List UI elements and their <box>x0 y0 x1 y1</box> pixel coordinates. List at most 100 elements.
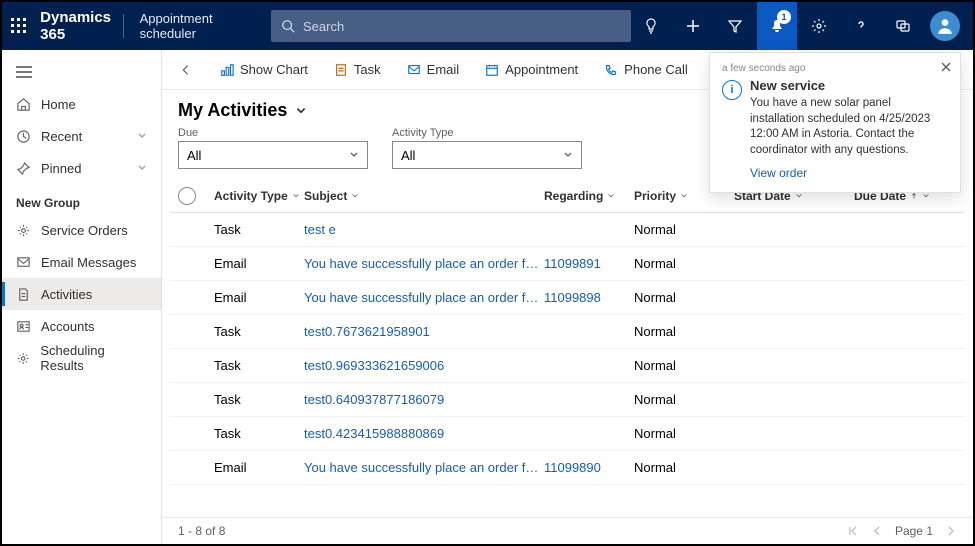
chevron-down-icon <box>137 131 147 141</box>
help-button[interactable] <box>841 2 881 50</box>
prev-page-button[interactable] <box>871 525 883 537</box>
gear-icon <box>16 351 30 366</box>
table-row[interactable]: Tasktest0.7673621958901Normal <box>170 315 965 349</box>
cell-subject-link[interactable]: test0.7673621958901 <box>304 324 544 339</box>
cmd-email[interactable]: Email <box>401 58 466 81</box>
cell-subject-link[interactable]: test0.423415988880869 <box>304 426 544 441</box>
col-regarding[interactable]: Regarding <box>544 189 634 203</box>
view-switcher[interactable] <box>295 105 307 117</box>
add-button[interactable] <box>673 2 713 50</box>
filter-label: Activity Type <box>392 127 582 139</box>
close-icon <box>940 61 952 73</box>
cell-subject-link[interactable]: test0.969333621659006 <box>304 358 544 373</box>
cell-regarding-link[interactable]: 11099898 <box>544 290 634 305</box>
due-select[interactable]: All <box>178 141 368 169</box>
page-label: Page 1 <box>895 524 933 538</box>
pager: Page 1 <box>847 524 957 538</box>
sidebar-item-label: Accounts <box>41 319 94 334</box>
filter-button[interactable] <box>715 2 755 50</box>
cell-subject-link[interactable]: test0.640937877186079 <box>304 392 544 407</box>
select-all[interactable] <box>178 187 214 205</box>
cell-priority: Normal <box>634 460 734 475</box>
global-header: Dynamics 365 Appointment scheduler 1 <box>2 2 973 50</box>
cell-subject-link[interactable]: You have successfully place an order for… <box>304 460 544 475</box>
sidebar-item-accounts[interactable]: Accounts <box>2 310 161 342</box>
avatar <box>930 11 960 41</box>
table-row[interactable]: Tasktest0.423415988880869 Normal <box>170 417 965 451</box>
activity-type-select[interactable]: All <box>392 141 582 169</box>
sidebar: Home Recent Pinned New Group Service Ord… <box>2 50 162 544</box>
table-row[interactable]: Tasktest0.640937877186079Normal <box>170 383 965 417</box>
cell-activity-type: Email <box>214 256 304 271</box>
back-button[interactable] <box>172 63 200 77</box>
main-area: Show Chart Task Email Appointment Phone … <box>162 50 973 544</box>
search-input[interactable] <box>303 19 621 34</box>
cell-regarding-link[interactable]: 11099891 <box>544 256 634 271</box>
grid-footer: 1 - 8 of 8 Page 1 <box>162 517 973 544</box>
cell-subject-link[interactable]: You have successfully place an order for… <box>304 290 544 305</box>
home-icon <box>16 97 31 112</box>
mail-icon <box>407 63 421 77</box>
cmd-phone-call[interactable]: Phone Call <box>598 58 694 81</box>
next-page-button[interactable] <box>945 525 957 537</box>
sidebar-item-service-orders[interactable]: Service Orders <box>2 214 161 246</box>
sidebar-recent[interactable]: Recent <box>2 120 161 152</box>
calendar-icon <box>485 63 499 77</box>
toast-body: You have a new solar panel installation … <box>750 96 948 158</box>
cell-activity-type: Task <box>214 324 304 339</box>
sidebar-label: Recent <box>41 129 82 144</box>
chevron-down-icon <box>563 150 573 160</box>
cell-regarding-link[interactable]: 11099890 <box>544 460 634 475</box>
cell-priority: Normal <box>634 222 734 237</box>
pin-icon <box>16 161 31 176</box>
cell-activity-type: Email <box>214 460 304 475</box>
app-launcher-button[interactable] <box>10 10 28 42</box>
table-row[interactable]: EmailYou have successfully place an orde… <box>170 281 965 315</box>
view-title: My Activities <box>178 100 287 121</box>
cell-priority: Normal <box>634 358 734 373</box>
cell-activity-type: Task <box>214 358 304 373</box>
settings-button[interactable] <box>799 2 839 50</box>
search-icon <box>281 19 295 33</box>
assistant-button[interactable] <box>883 2 923 50</box>
cell-priority: Normal <box>634 256 734 271</box>
sidebar-item-email-messages[interactable]: Email Messages <box>2 246 161 278</box>
gear-icon <box>811 18 827 34</box>
table-row[interactable]: Tasktest eNormal <box>170 213 965 247</box>
sidebar-item-label: Service Orders <box>41 223 128 238</box>
sidebar-pinned[interactable]: Pinned <box>2 152 161 184</box>
col-subject[interactable]: Subject <box>304 189 544 203</box>
chevron-down-icon <box>137 163 147 173</box>
lightbulb-button[interactable] <box>631 2 671 50</box>
row-range: 1 - 8 of 8 <box>178 524 225 538</box>
notifications-button[interactable]: 1 <box>757 2 797 50</box>
sidebar-toggle[interactable] <box>2 56 161 88</box>
table-row[interactable]: EmailYou have successfully place an orde… <box>170 451 965 485</box>
account-button[interactable] <box>925 2 965 50</box>
first-page-button[interactable] <box>847 525 859 537</box>
cmd-task[interactable]: Task <box>328 58 387 81</box>
cmd-show-chart[interactable]: Show Chart <box>214 58 314 81</box>
cell-subject-link[interactable]: You have successfully place an order for… <box>304 256 544 271</box>
activities-grid: Activity Type Subject Regarding Priority… <box>162 179 973 517</box>
notification-badge: 1 <box>777 10 791 24</box>
sidebar-item-scheduling-results[interactable]: Scheduling Results <box>2 342 161 374</box>
sidebar-home[interactable]: Home <box>2 88 161 120</box>
col-activity-type[interactable]: Activity Type <box>214 189 304 203</box>
sidebar-item-activities[interactable]: Activities <box>2 278 161 310</box>
gear-icon <box>16 223 31 238</box>
file-icon <box>16 287 31 302</box>
chevron-down-icon <box>349 150 359 160</box>
table-row[interactable]: Tasktest0.969333621659006 Normal <box>170 349 965 383</box>
clock-icon <box>16 129 31 144</box>
toast-close-button[interactable] <box>940 61 952 73</box>
cell-priority: Normal <box>634 426 734 441</box>
cmd-appointment[interactable]: Appointment <box>479 58 584 81</box>
cell-activity-type: Task <box>214 426 304 441</box>
toast-link[interactable]: View order <box>750 166 807 180</box>
table-row[interactable]: EmailYou have successfully place an orde… <box>170 247 965 281</box>
global-search[interactable] <box>271 10 631 42</box>
toast-title: New service <box>750 78 948 93</box>
cell-subject-link[interactable]: test e <box>304 222 544 237</box>
notification-toast: a few seconds ago i New service You have… <box>709 52 961 193</box>
